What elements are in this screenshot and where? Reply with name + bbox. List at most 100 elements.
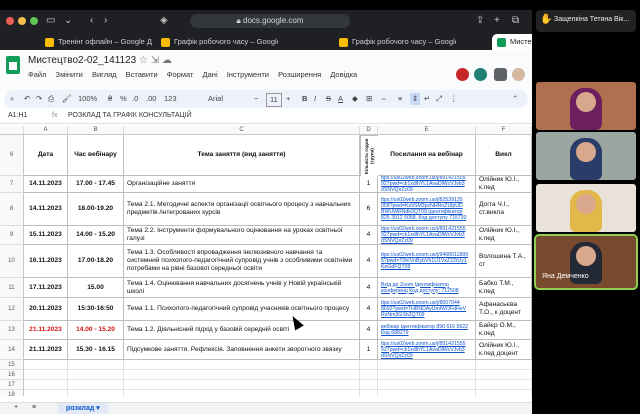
cell-hours[interactable]: 1 (360, 176, 378, 193)
cell-date[interactable]: 14.11.2023 (24, 193, 68, 226)
cell-hours[interactable]: 4 (360, 226, 378, 245)
cell-teacher[interactable]: Олійник Ю.І., к.пед доцент (476, 340, 532, 360)
empty-cell[interactable] (378, 360, 476, 370)
fill-color-icon[interactable]: ◆ (352, 93, 358, 105)
cell-date[interactable]: 17.11.2023 (24, 278, 68, 298)
cell-link[interactable]: ttps://us02web.zoom.us/j/891421555 927pw… (378, 176, 476, 193)
empty-cell[interactable] (476, 370, 532, 380)
header-topic[interactable]: Тема заняття (вид заняття) (124, 135, 360, 176)
empty-cell[interactable] (378, 370, 476, 380)
all-sheets-icon[interactable]: ≡ (32, 404, 36, 411)
cell-link[interactable]: вебінар Ідентифікатор 890 616 5622 Код 6… (378, 321, 476, 340)
cell-date[interactable]: 15.11.2023 (24, 226, 68, 245)
header-teacher[interactable]: Викл (476, 135, 532, 176)
cell-link[interactable]: ttps://us02web.zoom.us/j/891421555 927pw… (378, 340, 476, 360)
column-header-b[interactable]: B (68, 126, 124, 135)
empty-cell[interactable] (378, 380, 476, 390)
bold-button[interactable]: B (302, 93, 307, 105)
borders-icon[interactable]: ⊞ (366, 93, 372, 105)
empty-cell[interactable] (360, 360, 378, 370)
new-tab-icon[interactable]: + (494, 14, 500, 28)
cell-teacher[interactable]: Бабко Т.М., к.пед (476, 278, 532, 298)
empty-cell[interactable] (476, 360, 532, 370)
cell-hours[interactable]: 4 (360, 278, 378, 298)
participant-tile[interactable] (536, 184, 636, 232)
formula-input[interactable]: РОЗКЛАД ТА ГРАФІК КОНСУЛЬТАЦІЙ (68, 112, 192, 119)
text-rotate-icon[interactable]: ⤢ (436, 93, 442, 105)
empty-cell[interactable] (68, 380, 124, 390)
cell-topic[interactable]: Тема 2.1. Методичні аспекти організації … (124, 193, 360, 226)
empty-cell[interactable] (124, 380, 360, 390)
cell-time[interactable]: 14.00 - 15.20 (68, 226, 124, 245)
cell-date[interactable]: 14.11.2023 (24, 176, 68, 193)
menu-extensions[interactable]: Розширення (278, 70, 321, 79)
cell-topic[interactable]: Підсумкове заняття. Рефлексія. Заповненн… (124, 340, 360, 360)
cloud-icon[interactable]: ☁ (162, 55, 172, 66)
merge-cells-icon[interactable]: ⇔ (380, 93, 388, 105)
cell-time[interactable]: 17.00 - 17.45 (68, 176, 124, 193)
row-header[interactable]: 8 (0, 193, 24, 226)
header-date[interactable]: Дата (24, 135, 68, 176)
cell-topic[interactable]: Тема 1.2. Діяльнісний підхід у базовій с… (124, 321, 360, 340)
menu-edit[interactable]: Змінити (56, 70, 83, 79)
header-time[interactable]: Час вебінару (68, 135, 124, 176)
spreadsheet-grid[interactable]: A B C D E F 6 Дата Час вебінару Тема зан… (0, 126, 532, 396)
undo-icon[interactable]: ↶ (24, 93, 30, 105)
sheets-logo-icon[interactable] (6, 56, 20, 74)
cell-time[interactable]: 15.00 (68, 278, 124, 298)
number-format-button[interactable]: 123 (164, 93, 177, 105)
participant-tile[interactable] (536, 132, 636, 180)
empty-cell[interactable] (24, 370, 68, 380)
cell-topic[interactable]: Тема 1.3. Особливості впровадження інклю… (124, 245, 360, 278)
strikethrough-button[interactable]: S (326, 93, 331, 105)
name-box[interactable]: A1:H1 (8, 112, 27, 119)
empty-cell[interactable] (476, 380, 532, 390)
cell-teacher[interactable]: Волошина Т.А., ст (476, 245, 532, 278)
row-header[interactable]: 16 (0, 370, 24, 380)
maximize-window-button[interactable] (30, 17, 38, 25)
add-sheet-icon[interactable]: + (14, 404, 18, 411)
tab-3[interactable]: Графік робочого часу – Google Диск (334, 34, 456, 50)
sheet-tab-active[interactable]: розклад ▾ (58, 403, 108, 414)
cell-hours[interactable]: 4 (360, 245, 378, 278)
cell-link[interactable]: Вхід до Zoom Ідентифікатор конференц Код… (378, 278, 476, 298)
chevron-down-icon[interactable]: ⌄ (64, 14, 72, 28)
meet-icon[interactable] (474, 68, 487, 81)
select-all-corner[interactable] (0, 126, 24, 135)
font-size-increase-button[interactable]: + (286, 93, 290, 105)
forward-arrow-icon[interactable]: › (104, 14, 107, 28)
menu-file[interactable]: Файл (28, 70, 46, 79)
cell-teacher[interactable]: Олійник Ю.І., к.пед (476, 176, 532, 193)
extension-icon[interactable] (456, 68, 469, 81)
row-header[interactable]: 13 (0, 321, 24, 340)
header-link[interactable]: Посилання на вебінар (378, 135, 476, 176)
participant-tile[interactable] (536, 82, 636, 130)
menu-help[interactable]: Довідка (330, 70, 357, 79)
empty-cell[interactable] (360, 390, 378, 396)
cell-topic[interactable]: Тема 1.1. Психолого-педагогічний супрові… (124, 298, 360, 321)
cell-link[interactable]: ttps://us02web.zoom.us/j/9468011899 6?pw… (378, 245, 476, 278)
redo-icon[interactable]: ↷ (36, 93, 42, 105)
avatar[interactable] (512, 68, 525, 81)
cell-topic[interactable]: Тема 2.2. Інструменти формувального оцін… (124, 226, 360, 245)
shield-icon[interactable]: ◈ (160, 14, 168, 28)
row-header[interactable]: 7 (0, 176, 24, 193)
close-window-button[interactable] (6, 17, 14, 25)
menu-insert[interactable]: Вставити (126, 70, 158, 79)
font-size-decrease-button[interactable]: − (254, 93, 258, 105)
column-header-c[interactable]: C (124, 126, 360, 135)
empty-cell[interactable] (68, 370, 124, 380)
participant-tile[interactable]: Яна Демченко (534, 234, 638, 290)
paint-format-icon[interactable]: 🖌︎ (62, 93, 72, 105)
cell-time[interactable]: 15.30 - 16.15 (68, 340, 124, 360)
row-header[interactable]: 17 (0, 380, 24, 390)
empty-cell[interactable] (68, 360, 124, 370)
cell-link[interactable]: ttps://us02web.zoom.us/j/8607044 8692?pw… (378, 298, 476, 321)
cell-date[interactable]: 20.11.2023 (24, 298, 68, 321)
empty-cell[interactable] (68, 390, 124, 396)
cell-link[interactable]: ttps://us02web.zoom.us/j/82539135 058?pw… (378, 193, 476, 226)
row-header[interactable]: 11 (0, 278, 24, 298)
sidebar-toggle-icon[interactable]: ▭ (46, 14, 55, 28)
empty-cell[interactable] (24, 380, 68, 390)
cell-teacher[interactable]: Догга Ч.І., ст.викла (476, 193, 532, 226)
